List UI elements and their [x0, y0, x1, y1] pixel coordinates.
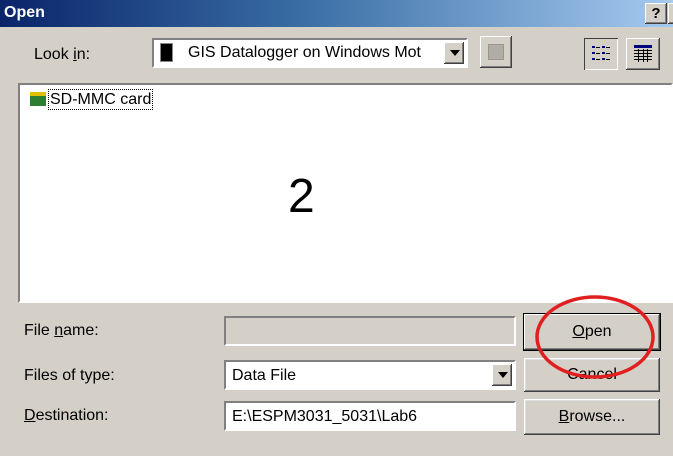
destination-field[interactable]: E:\ESPM3031_5031\Lab6 — [224, 401, 516, 431]
file-name-label: File name: — [24, 322, 99, 339]
window-title: Open — [4, 4, 45, 21]
destination-label: Destination: — [24, 407, 109, 424]
destination-value: E:\ESPM3031_5031\Lab6 — [232, 408, 418, 425]
look-in-label: Look in: — [34, 46, 91, 63]
chevron-down-icon[interactable] — [444, 42, 464, 64]
file-name-field[interactable] — [224, 316, 516, 346]
title-bar[interactable]: Open ? × — [0, 0, 673, 27]
list-view-button[interactable] — [584, 38, 618, 70]
look-in-value: GIS Datalogger on Windows Mot — [188, 44, 421, 61]
details-view-icon — [634, 45, 652, 62]
file-list[interactable]: SD-MMC card 2 — [18, 83, 673, 303]
up-folder-button[interactable] — [480, 36, 512, 68]
browse-button[interactable]: Browse... — [524, 399, 660, 435]
file-type-label: Files of type: — [24, 367, 115, 384]
details-view-button[interactable] — [626, 38, 660, 70]
highlight-circle — [535, 295, 655, 379]
device-icon — [160, 43, 173, 62]
list-item-label: SD-MMC card — [48, 89, 154, 110]
file-type-value: Data File — [232, 367, 297, 384]
list-view-icon — [592, 46, 610, 60]
close-button[interactable]: × — [668, 3, 673, 24]
file-type-select[interactable]: Data File — [224, 360, 516, 390]
storage-card-icon — [30, 92, 46, 106]
look-in-combo[interactable]: GIS Datalogger on Windows Mot — [152, 38, 468, 68]
help-button[interactable]: ? — [645, 3, 667, 24]
chevron-down-icon[interactable] — [492, 364, 512, 386]
up-folder-icon — [488, 44, 504, 60]
step-annotation: 2 — [288, 170, 315, 223]
